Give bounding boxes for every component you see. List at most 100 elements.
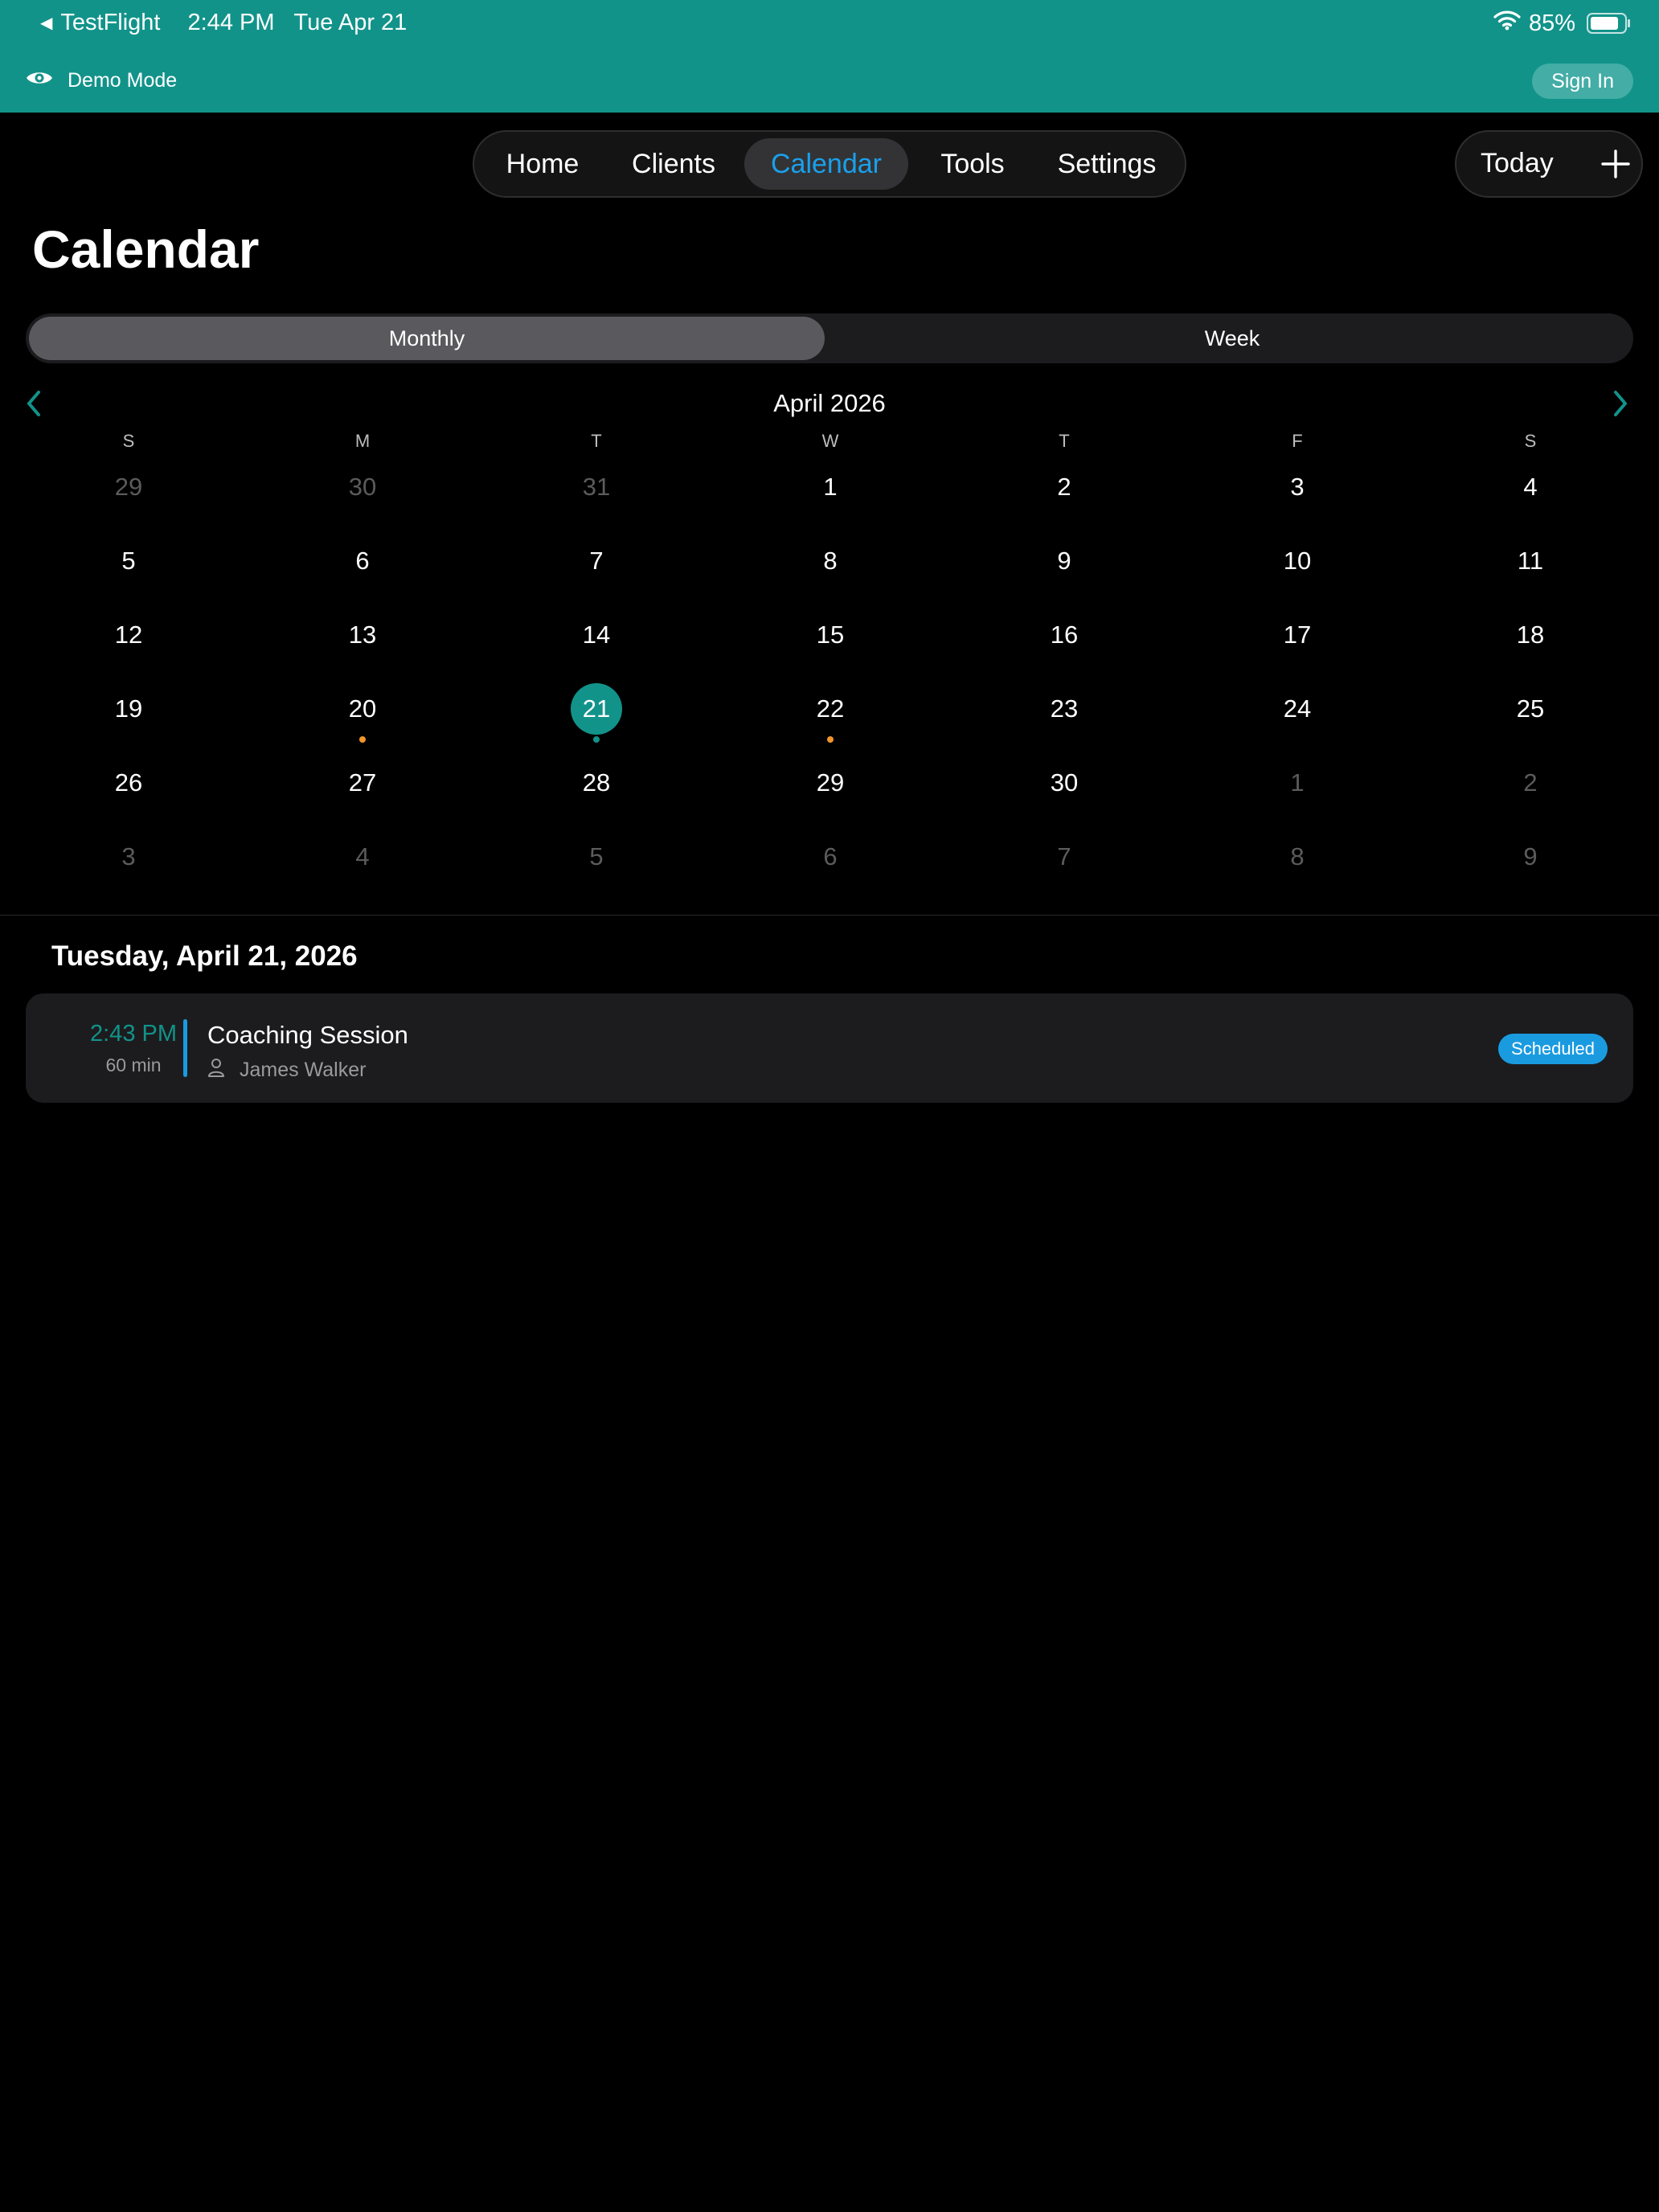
- day-number: 1: [1290, 768, 1305, 797]
- status-bar-right: 85%: [1493, 10, 1630, 37]
- calendar-day[interactable]: 10: [1265, 529, 1329, 593]
- tab-clients[interactable]: Clients: [617, 138, 730, 190]
- tab-calendar[interactable]: Calendar: [744, 138, 908, 190]
- day-number: 29: [114, 473, 143, 501]
- calendar-day[interactable]: 20: [330, 677, 395, 741]
- today-button[interactable]: Today: [1481, 148, 1554, 179]
- calendar-day[interactable]: 5: [564, 825, 629, 889]
- calendar-day[interactable]: 2: [1498, 751, 1563, 815]
- calendar-day[interactable]: 14: [564, 603, 629, 667]
- calendar-day[interactable]: 16: [1032, 603, 1096, 667]
- day-number: 13: [348, 621, 377, 649]
- calendar-day[interactable]: 30: [1032, 751, 1096, 815]
- calendar-day[interactable]: 7: [564, 529, 629, 593]
- calendar-day[interactable]: 13: [330, 603, 395, 667]
- wifi-icon: [1493, 10, 1521, 37]
- day-number: 3: [121, 842, 136, 870]
- calendar-day[interactable]: 15: [798, 603, 862, 667]
- calendar-day[interactable]: 18: [1498, 603, 1563, 667]
- day-number: 17: [1283, 621, 1312, 649]
- day-number: 25: [1516, 694, 1545, 723]
- calendar-day[interactable]: 29: [96, 455, 161, 519]
- day-number: 7: [589, 547, 604, 575]
- weekday-label: M: [354, 431, 371, 451]
- calendar-day[interactable]: 1: [1265, 751, 1329, 815]
- calendar-day[interactable]: 2: [1032, 455, 1096, 519]
- calendar-day[interactable]: 6: [798, 825, 862, 889]
- demo-mode-label: Demo Mode: [68, 69, 178, 92]
- calendar-day[interactable]: 6: [330, 529, 395, 593]
- day-number: 29: [816, 768, 845, 797]
- day-number: 15: [816, 621, 845, 649]
- sign-in-button[interactable]: Sign In: [1532, 63, 1633, 99]
- calendar-day[interactable]: 9: [1498, 825, 1563, 889]
- status-date: Tue Apr 21: [293, 10, 408, 35]
- event-indicator-dot: [827, 736, 834, 743]
- calendar-day[interactable]: 25: [1498, 677, 1563, 741]
- calendar-day[interactable]: 24: [1265, 677, 1329, 741]
- month-title: April 2026: [773, 389, 886, 417]
- day-number: 28: [582, 768, 611, 797]
- day-number: 24: [1283, 694, 1312, 723]
- calendar-day[interactable]: 17: [1265, 603, 1329, 667]
- view-toggle: Monthly Week: [26, 313, 1633, 363]
- calendar-day[interactable]: 30: [330, 455, 395, 519]
- tab-settings[interactable]: Settings: [1045, 138, 1169, 190]
- calendar-day[interactable]: 8: [1265, 825, 1329, 889]
- calendar-day[interactable]: 23: [1032, 677, 1096, 741]
- event-card[interactable]: 2:43 PM 60 min Coaching Session James Wa…: [26, 993, 1633, 1103]
- weekday-label: S: [122, 431, 135, 451]
- calendar-day[interactable]: 22: [798, 677, 862, 741]
- tab-tools[interactable]: Tools: [926, 138, 1019, 190]
- calendar-day[interactable]: 12: [96, 603, 161, 667]
- back-arrow-icon[interactable]: ◀: [40, 13, 52, 33]
- chevron-right-icon[interactable]: [1611, 389, 1630, 422]
- calendar-day[interactable]: 26: [96, 751, 161, 815]
- calendar-day[interactable]: 1: [798, 455, 862, 519]
- day-number: 2: [1523, 768, 1538, 797]
- day-number: 16: [1050, 621, 1079, 649]
- day-number: 22: [816, 694, 845, 723]
- calendar-day-selected[interactable]: 21: [564, 677, 629, 741]
- day-number: 7: [1057, 842, 1071, 870]
- day-number: 23: [1050, 694, 1079, 723]
- calendar-day[interactable]: 29: [798, 751, 862, 815]
- calendar-day[interactable]: 31: [564, 455, 629, 519]
- day-number: 18: [1516, 621, 1545, 649]
- tab-bar: Home Clients Calendar Tools Settings: [473, 130, 1186, 198]
- day-number: 3: [1290, 473, 1305, 501]
- demo-mode-indicator: Demo Mode: [26, 69, 177, 92]
- calendar-day[interactable]: 7: [1032, 825, 1096, 889]
- monthly-option[interactable]: Monthly: [29, 317, 825, 360]
- selected-date-heading: Tuesday, April 21, 2026: [51, 940, 358, 972]
- top-bar: ◀ TestFlight 2:44 PM Tue Apr 21 85% Demo…: [0, 0, 1659, 113]
- calendar-day[interactable]: 9: [1032, 529, 1096, 593]
- calendar-day[interactable]: 11: [1498, 529, 1563, 593]
- calendar-day[interactable]: 8: [798, 529, 862, 593]
- add-icon[interactable]: [1600, 148, 1632, 184]
- day-number: 6: [823, 842, 838, 870]
- calendar-day[interactable]: 5: [96, 529, 161, 593]
- calendar-day[interactable]: 4: [1498, 455, 1563, 519]
- weekday-label: S: [1524, 431, 1537, 451]
- week-option[interactable]: Week: [834, 317, 1630, 360]
- event-title: Coaching Session: [207, 1021, 408, 1049]
- day-number: 11: [1517, 547, 1544, 575]
- today-add-group: Today: [1455, 130, 1643, 198]
- eye-icon: [26, 69, 53, 92]
- calendar-day[interactable]: 3: [96, 825, 161, 889]
- divider: [0, 915, 1659, 916]
- day-number: 9: [1057, 547, 1071, 575]
- calendar-day[interactable]: 19: [96, 677, 161, 741]
- calendar-day[interactable]: 4: [330, 825, 395, 889]
- day-number: 4: [355, 842, 370, 870]
- tab-home[interactable]: Home: [490, 138, 595, 190]
- day-number: 30: [348, 473, 377, 501]
- calendar-day[interactable]: 3: [1265, 455, 1329, 519]
- calendar-day[interactable]: 28: [564, 751, 629, 815]
- back-app-label[interactable]: TestFlight: [60, 10, 160, 36]
- status-badge: Scheduled: [1498, 1034, 1608, 1064]
- calendar-day[interactable]: 27: [330, 751, 395, 815]
- day-number: 10: [1283, 547, 1312, 575]
- battery-icon: [1587, 13, 1630, 34]
